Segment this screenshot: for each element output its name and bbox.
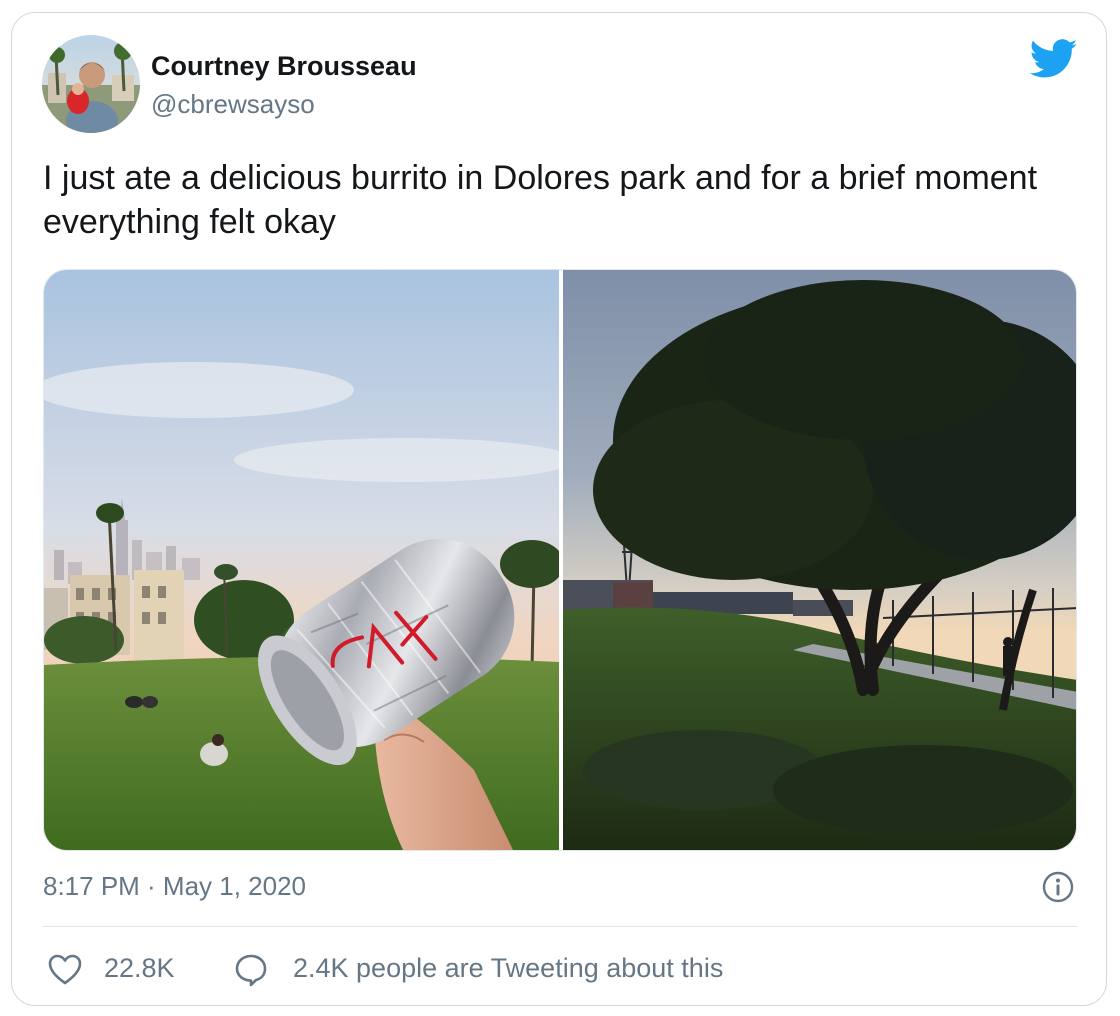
avatar[interactable] [42, 35, 140, 133]
media-grid [43, 269, 1077, 851]
avatar-image [42, 35, 140, 133]
photo-tree[interactable] [563, 270, 1076, 850]
speech-bubble-icon[interactable] [234, 953, 268, 987]
divider [43, 926, 1077, 927]
tweet-card: Courtney Brousseau @cbrewsayso I just at… [11, 12, 1107, 1006]
tweet-text: I just ate a delicious burrito in Dolore… [43, 159, 1038, 241]
burrito-photo-image [44, 270, 574, 850]
heart-icon[interactable] [48, 954, 82, 986]
tree-photo-image [563, 270, 1076, 850]
display-name[interactable]: Courtney Brousseau [151, 51, 417, 82]
user-handle[interactable]: @cbrewsayso [151, 89, 315, 120]
photo-burrito[interactable] [44, 270, 574, 850]
conversation-link[interactable]: 2.4K people are Tweeting about this [293, 953, 723, 984]
info-icon[interactable] [1042, 871, 1074, 903]
tweet-timestamp[interactable]: 8:17 PM · May 1, 2020 [43, 871, 306, 902]
twitter-bird-icon[interactable] [1030, 39, 1078, 79]
like-count[interactable]: 22.8K [104, 953, 175, 984]
